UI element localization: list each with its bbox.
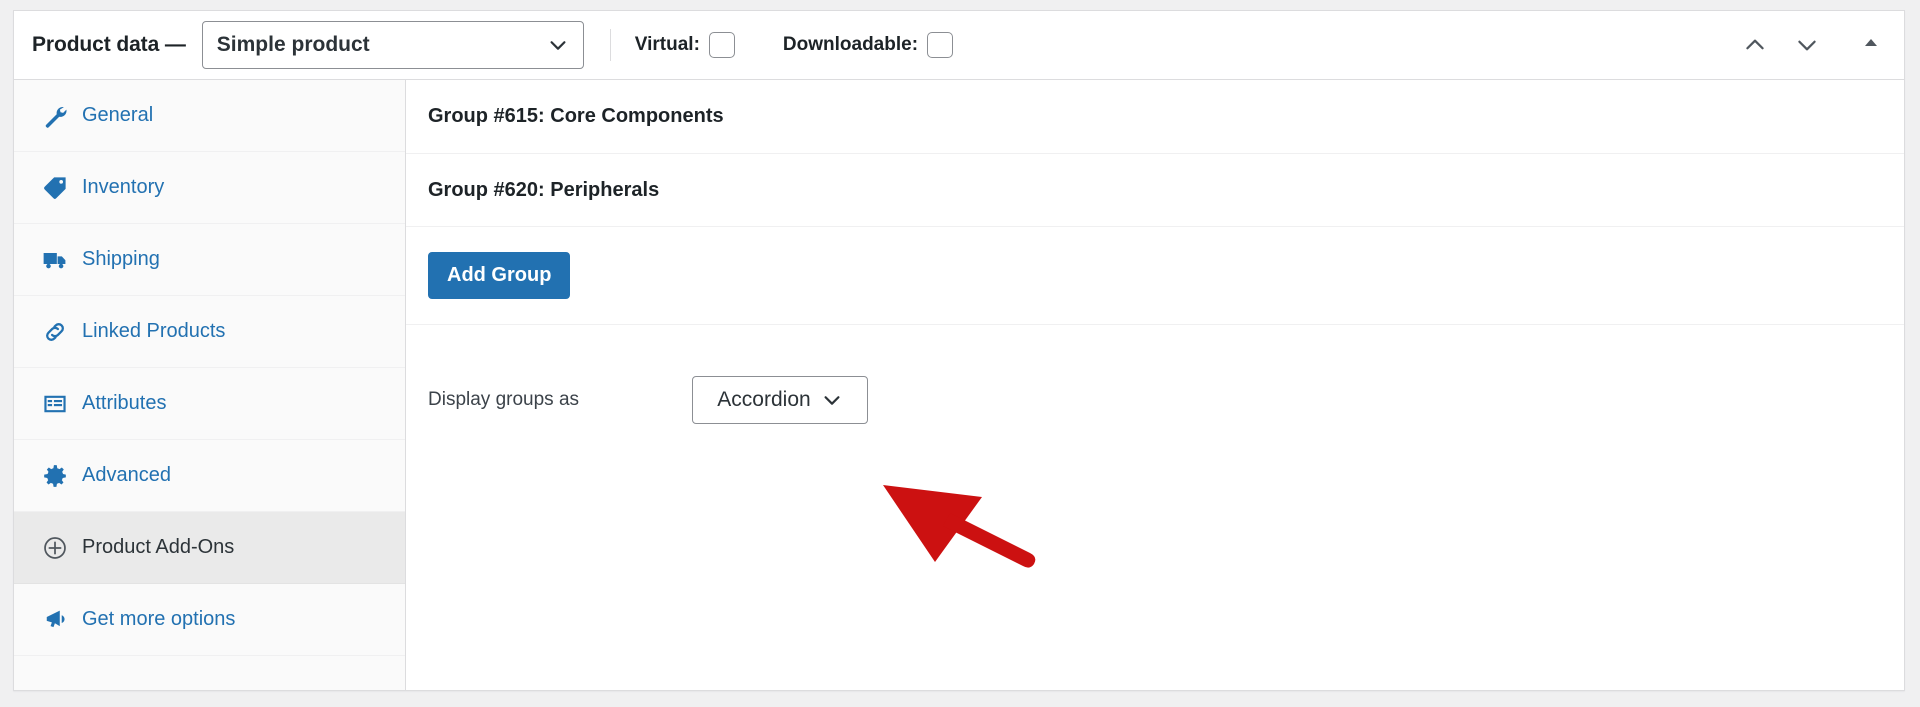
move-down-button[interactable] [1790, 28, 1824, 62]
virtual-checkbox[interactable] [708, 32, 735, 58]
add-group-row: Add Group [406, 227, 1904, 325]
sidebar-item-attributes[interactable]: Attributes [14, 368, 405, 440]
sidebar-item-label: Shipping [82, 248, 160, 270]
display-groups-value: Accordion [717, 388, 811, 411]
group-row[interactable]: Group #615: Core Components [406, 80, 1904, 154]
chevron-down-icon [547, 34, 569, 56]
sidebar-item-shipping[interactable]: Shipping [14, 224, 405, 296]
metabox-body: General Inventory Shipping Linked Produc… [14, 80, 1904, 690]
group-heading: Group #620: Peripherals [428, 178, 660, 201]
page-title: Product data — [32, 33, 186, 56]
screen: Product data — Simple product Virtual: D… [0, 0, 1920, 707]
chevron-up-icon [1742, 32, 1768, 58]
header-divider [609, 29, 611, 61]
sidebar-item-label: General [82, 104, 154, 126]
virtual-checkbox-group: Virtual: [635, 32, 735, 58]
sidebar-item-label: Advanced [82, 464, 171, 486]
tag-icon [42, 175, 68, 201]
megaphone-icon [42, 607, 68, 633]
product-add-ons-panel: Group #615: Core Components Group #620: … [406, 80, 1904, 690]
truck-icon [42, 247, 68, 273]
sidebar-item-label: Linked Products [82, 320, 226, 342]
sidebar-item-get-more-options[interactable]: Get more options [14, 584, 405, 656]
move-up-button[interactable] [1738, 28, 1772, 62]
display-groups-select[interactable]: Accordion [692, 376, 868, 424]
sidebar-item-label: Attributes [82, 392, 167, 414]
downloadable-checkbox-group: Downloadable: [782, 32, 954, 58]
display-groups-label: Display groups as [428, 389, 580, 410]
triangle-up-icon [1861, 33, 1881, 58]
toggle-panel-button[interactable] [1854, 28, 1888, 62]
metabox-header: Product data — Simple product Virtual: D… [14, 11, 1904, 80]
sidebar-item-advanced[interactable]: Advanced [14, 440, 405, 512]
plus-circle-icon [42, 535, 68, 561]
downloadable-checkbox[interactable] [927, 32, 954, 58]
downloadable-label: Downloadable: [782, 34, 919, 55]
sidebar-item-inventory[interactable]: Inventory [14, 152, 405, 224]
chevron-down-icon [1794, 32, 1820, 58]
gear-icon [42, 463, 68, 489]
sidebar-item-label: Inventory [82, 176, 165, 198]
product-type-value: Simple product [216, 33, 370, 56]
group-row[interactable]: Group #620: Peripherals [406, 154, 1904, 227]
sidebar-item-label: Product Add-Ons [82, 536, 235, 558]
sidebar-item-product-add-ons[interactable]: Product Add-Ons [14, 512, 405, 584]
sidebar-item-linked-products[interactable]: Linked Products [14, 296, 405, 368]
display-groups-row: Display groups as Accordion [406, 325, 1904, 475]
link-icon [42, 319, 68, 345]
sidebar-item-label: Get more options [82, 608, 236, 630]
sidebar-item-general[interactable]: General [14, 80, 405, 152]
product-data-metabox: Product data — Simple product Virtual: D… [13, 10, 1905, 691]
virtual-label: Virtual: [634, 34, 700, 55]
wrench-icon [42, 103, 68, 129]
product-data-tabs: General Inventory Shipping Linked Produc… [14, 80, 406, 690]
group-heading: Group #615: Core Components [428, 105, 724, 127]
product-type-select[interactable]: Simple product [201, 21, 584, 69]
metabox-header-actions [1738, 28, 1888, 62]
chevron-down-icon [821, 389, 843, 411]
add-group-button[interactable]: Add Group [428, 252, 571, 299]
list-view-icon [42, 391, 68, 417]
